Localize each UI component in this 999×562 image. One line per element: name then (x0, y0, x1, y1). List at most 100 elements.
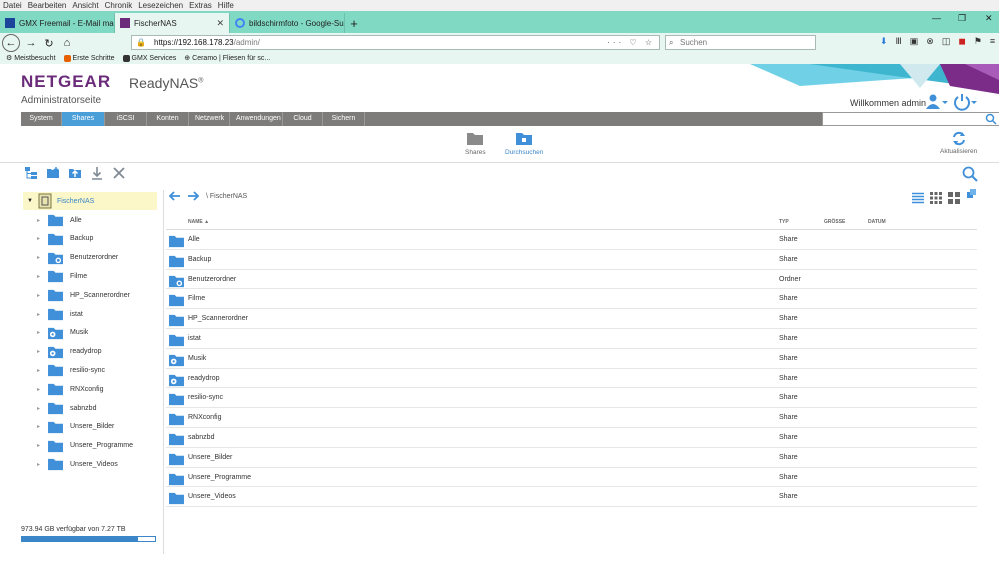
new-folder-icon[interactable] (46, 166, 60, 180)
tree-item[interactable]: ▸ istat (37, 305, 83, 323)
tree-item[interactable]: ▸ sabnzbd (37, 399, 96, 417)
tab-google[interactable]: bildschirmfoto - Google-Suche ✕ (230, 13, 345, 33)
menu-icon[interactable]: ≡ (990, 36, 995, 47)
tree-item[interactable]: ▸ Filme (37, 267, 87, 285)
nav-cloud[interactable]: Cloud (283, 112, 323, 126)
nav-anwendungen[interactable]: Anwendungen (230, 112, 283, 126)
web-search-input[interactable]: ⌕ Suchen (665, 35, 816, 50)
minimize-icon[interactable]: — (932, 13, 941, 23)
library-icon[interactable]: Ⅲ (896, 36, 902, 47)
bookmark-gmx[interactable]: GMX Services (122, 53, 176, 64)
nav-iscsi[interactable]: iSCSI (105, 112, 147, 126)
delete-icon[interactable] (112, 166, 126, 180)
download-icon[interactable]: ⬇ (880, 36, 888, 47)
nav-shares[interactable]: Shares (62, 112, 105, 126)
caret-right-icon[interactable]: ▸ (37, 235, 41, 242)
table-row[interactable]: HP_Scannerordner Share (166, 309, 977, 329)
tree-item[interactable]: ▸ Unsere_Bilder (37, 418, 114, 436)
caret-right-icon[interactable]: ▸ (37, 292, 41, 299)
caret-right-icon[interactable]: ▸ (37, 311, 41, 318)
tree-item[interactable]: ▸ Alle (37, 211, 82, 229)
tree-item[interactable]: ▸ Unsere_Programme (37, 437, 133, 455)
arrow-right-icon[interactable] (187, 191, 200, 201)
table-row[interactable]: Musik Share (166, 349, 977, 369)
column-name[interactable]: NAME ▲ (188, 219, 209, 225)
caret-right-icon[interactable]: ▸ (37, 461, 41, 468)
table-row[interactable]: istat Share (166, 329, 977, 349)
menu-tools[interactable]: Extras (189, 0, 212, 11)
subnav-browse[interactable]: Durchsuchen (505, 131, 543, 156)
caret-right-icon[interactable]: ▸ (37, 348, 41, 355)
tree-root[interactable]: ▼ FischerNAS (23, 192, 157, 210)
menu-file[interactable]: Datei (3, 0, 22, 11)
caret-down-icon[interactable]: ▼ (27, 198, 33, 204)
caret-right-icon[interactable]: ▸ (37, 386, 41, 393)
caret-right-icon[interactable]: ▸ (37, 254, 41, 261)
tree-item[interactable]: ▸ RNXconfig (37, 380, 103, 398)
screenshot-icon[interactable]: ◫ (942, 36, 951, 47)
search-icon[interactable] (985, 113, 997, 125)
grid-view-icon[interactable] (930, 192, 942, 204)
download-icon[interactable] (90, 166, 104, 180)
subnav-shares[interactable]: Shares (465, 131, 486, 156)
pane-divider[interactable] (163, 190, 164, 554)
tree-item[interactable]: ▸ HP_Scannerordner (37, 286, 130, 304)
nas-search-input[interactable] (822, 112, 999, 126)
table-row[interactable]: Unsere_Bilder Share (166, 448, 977, 468)
page-actions-icon[interactable]: ··· ♡ ☆ (607, 36, 655, 49)
bookmark-ceramo[interactable]: ⊕ Ceramo | Fliesen für sc... (184, 53, 270, 64)
arrow-left-icon[interactable] (168, 191, 181, 201)
tree-item[interactable]: ▸ readydrop (37, 343, 102, 361)
tree-item[interactable]: ▸ resilio-sync (37, 361, 105, 379)
tree-item[interactable]: ▸ Musik (37, 324, 88, 342)
forward-button[interactable]: → (22, 34, 40, 52)
menu-view[interactable]: Ansicht (72, 0, 98, 11)
table-row[interactable]: sabnzbd Share (166, 428, 977, 448)
caret-right-icon[interactable]: ▸ (37, 405, 41, 412)
menu-help[interactable]: Hilfe (218, 0, 234, 11)
caret-right-icon[interactable]: ▸ (37, 329, 41, 336)
sidebar-icon[interactable]: ▣ (910, 36, 919, 47)
bookmark-first-steps[interactable]: Erste Schritte (63, 53, 115, 64)
caret-right-icon[interactable]: ▸ (37, 273, 41, 280)
user-icon[interactable] (926, 94, 948, 110)
table-row[interactable]: resilio-sync Share (166, 388, 977, 409)
home-button[interactable]: ⌂ (58, 34, 76, 52)
nav-system[interactable]: System (21, 112, 62, 126)
table-row[interactable]: Unsere_Videos Share (166, 487, 977, 508)
caret-right-icon[interactable]: ▸ (37, 442, 41, 449)
restore-icon[interactable]: ❐ (958, 13, 966, 24)
column-date[interactable]: DATUM (868, 219, 886, 225)
address-bar[interactable]: 🔒 https://192.168.178.23/admin/ ··· ♡ ☆ (131, 35, 660, 50)
list-view-icon[interactable] (912, 192, 924, 204)
table-row[interactable]: Unsere_Programme Share (166, 468, 977, 488)
extension-icon[interactable]: ⚑ (974, 36, 982, 47)
tab-gmx[interactable]: GMX Freemail - E-Mail made in ✕ (0, 13, 115, 33)
upload-icon[interactable] (68, 166, 82, 180)
caret-right-icon[interactable]: ▸ (37, 217, 41, 224)
tree-icon[interactable] (24, 166, 38, 180)
popout-icon[interactable] (967, 189, 976, 198)
column-type[interactable]: TYP (779, 219, 789, 225)
new-tab-button[interactable]: + (345, 13, 363, 33)
caret-right-icon[interactable]: ▸ (37, 423, 41, 430)
nav-konten[interactable]: Konten (147, 112, 189, 126)
tree-item[interactable]: ▸ Backup (37, 230, 93, 248)
tile-view-icon[interactable] (948, 192, 960, 204)
addon-icon[interactable]: ◼ (958, 36, 965, 47)
back-button[interactable]: ← (2, 34, 20, 52)
menu-bookmarks[interactable]: Lesezeichen (138, 0, 183, 11)
block-icon[interactable]: ⊗ (926, 36, 934, 47)
close-icon[interactable]: ✕ (216, 18, 224, 29)
tree-item[interactable]: ▸ Benutzerordner (37, 249, 118, 267)
nav-netzwerk[interactable]: Netzwerk (189, 112, 230, 126)
menu-history[interactable]: Chronik (105, 0, 133, 11)
bookmark-most-visited[interactable]: ⚙ Meistbesucht (6, 53, 56, 64)
column-size[interactable]: GRÖSSE (824, 219, 845, 225)
window-close-icon[interactable]: ✕ (985, 13, 993, 24)
caret-right-icon[interactable]: ▸ (37, 367, 41, 374)
tree-item[interactable]: ▸ Unsere_Videos (37, 455, 118, 473)
refresh-button[interactable]: Aktualisieren (940, 131, 977, 155)
menu-edit[interactable]: Bearbeiten (28, 0, 67, 11)
search-icon[interactable] (962, 166, 978, 182)
